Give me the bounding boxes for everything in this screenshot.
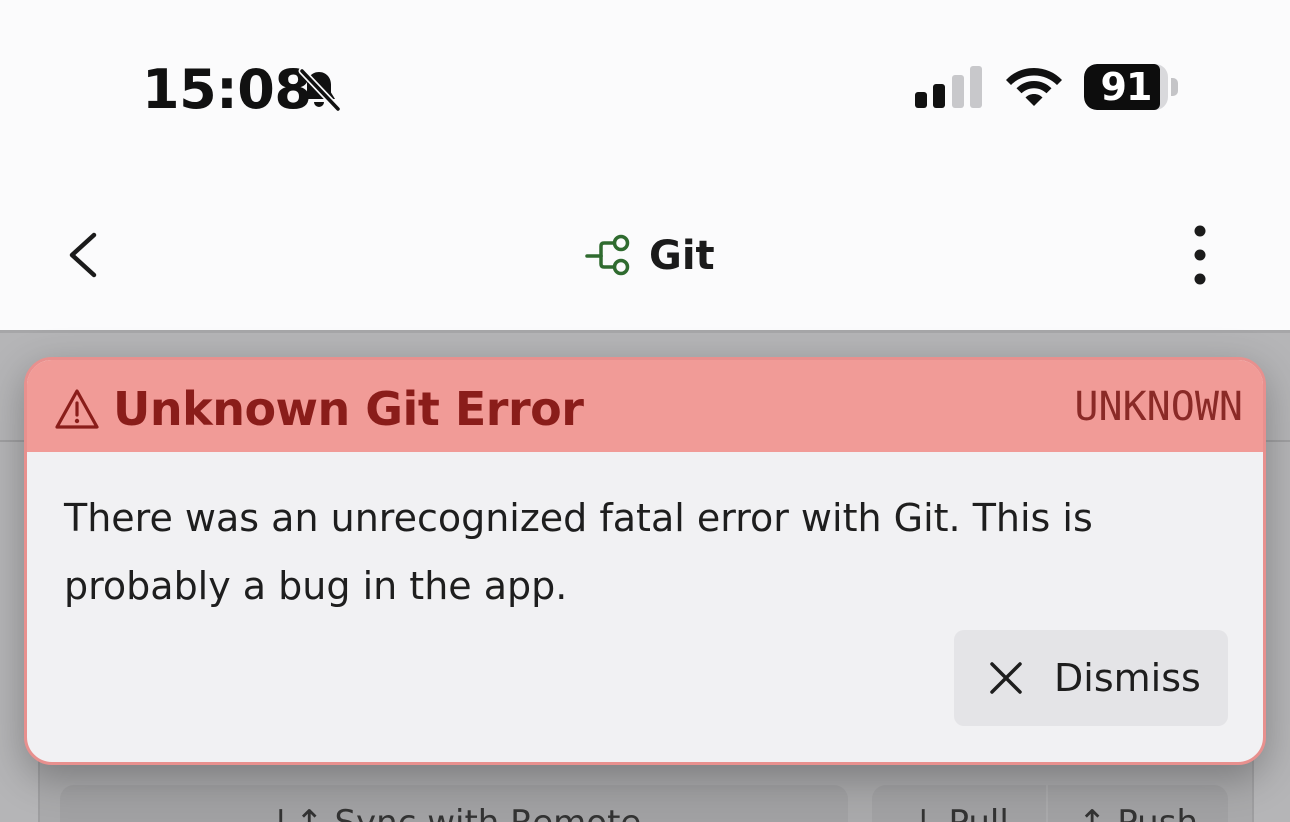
- push-button: ↑ Push: [1048, 785, 1228, 822]
- close-icon: [990, 662, 1022, 694]
- dismiss-label: Dismiss: [1054, 656, 1201, 700]
- cellular-signal-icon: [915, 66, 982, 108]
- error-title: Unknown Git Error: [113, 382, 584, 436]
- bell-slash-icon: [298, 67, 342, 113]
- battery-cap: [1171, 78, 1178, 96]
- git-branch-icon: [585, 234, 630, 276]
- error-dialog: Unknown Git Error UNKNOWN There was an u…: [24, 357, 1266, 765]
- pull-button: ↓ Pull: [872, 785, 1046, 822]
- chevron-left-icon[interactable]: [58, 227, 110, 283]
- battery-indicator: 91: [1084, 64, 1179, 110]
- warning-icon: [55, 389, 99, 429]
- battery-body: 91: [1084, 64, 1168, 110]
- error-header: Unknown Git Error UNKNOWN: [27, 360, 1263, 452]
- error-code: UNKNOWN: [1074, 384, 1243, 430]
- page-title: Git: [649, 233, 715, 279]
- git-screen: 15:08 91 Git Unknown Git Error UNKNOWN T…: [0, 0, 1290, 822]
- error-message: There was an unrecognized fatal error wi…: [64, 496, 1093, 608]
- battery-percent: 91: [1100, 65, 1153, 109]
- title-group: Git: [585, 231, 715, 281]
- wifi-icon: [1006, 68, 1062, 106]
- status-time: 15:08: [142, 58, 312, 121]
- sync-with-remote-button: ↓↑ Sync with Remote: [60, 785, 848, 822]
- more-vertical-icon[interactable]: [1180, 223, 1220, 287]
- status-bar: 15:08 91: [0, 0, 1290, 175]
- dismiss-button[interactable]: Dismiss: [954, 630, 1228, 726]
- nav-header: Git: [0, 175, 1290, 330]
